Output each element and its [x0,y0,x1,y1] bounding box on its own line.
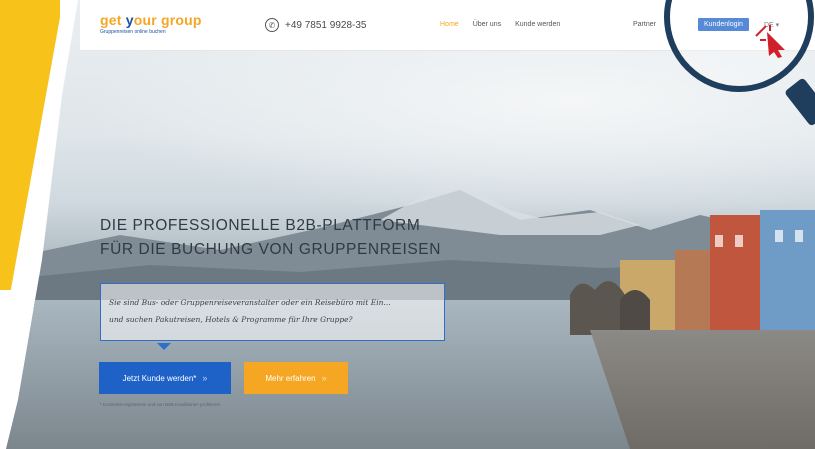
phone-icon: ✆ [265,18,279,32]
intro-box-pointer [157,343,171,350]
intro-line-1: Sie sind Bus- oder Gruppenreiseveranstal… [109,298,391,307]
logo-tagline: Gruppenreisen online buchen [100,29,166,35]
learn-more-button[interactable]: Mehr erfahren » [244,362,348,394]
nav-item-home[interactable]: Home [440,21,459,28]
phone-contact[interactable]: ✆ +49 7851 9928-35 [265,18,366,32]
headline-line-2: FÜR DIE BUCHUNG VON GRUPPENREISEN [100,241,442,258]
become-customer-button[interactable]: Jetzt Kunde werden* » [99,362,231,394]
main-nav: Home Über uns Kunde werden [440,21,560,28]
headline-line-1: DIE PROFESSIONELLE B2B-PLATTFORM [100,217,421,234]
phone-number: +49 7851 9928-35 [285,19,367,31]
hero-headline: DIE PROFESSIONELLE B2B-PLATTFORM FÜR DIE… [100,214,441,262]
learn-more-label: Mehr erfahren [265,373,316,383]
chevron-right-icon: » [202,373,208,383]
nav-item-kunde-werden[interactable]: Kunde werden [515,21,560,28]
chevron-right-icon: » [321,373,327,383]
site-logo[interactable]: get your group Gruppenreisen online buch… [100,12,202,35]
logo-text-3: our group [133,12,202,28]
logo-text-2: y [125,12,134,28]
hero-footnote: * Kostenlos registrieren und von B2B-Kon… [100,402,221,407]
logo-text-1: get [100,12,126,28]
nav-item-partner[interactable]: Partner [633,21,656,28]
mouse-cursor-icon [755,25,785,58]
nav-item-ueber-uns[interactable]: Über uns [473,21,501,28]
hero-intro-box: Sie sind Bus- oder Gruppenreiseveranstal… [100,283,445,341]
become-customer-label: Jetzt Kunde werden* [122,373,197,383]
intro-line-2: und suchen Pakutreisen, Hotels & Program… [109,315,353,324]
